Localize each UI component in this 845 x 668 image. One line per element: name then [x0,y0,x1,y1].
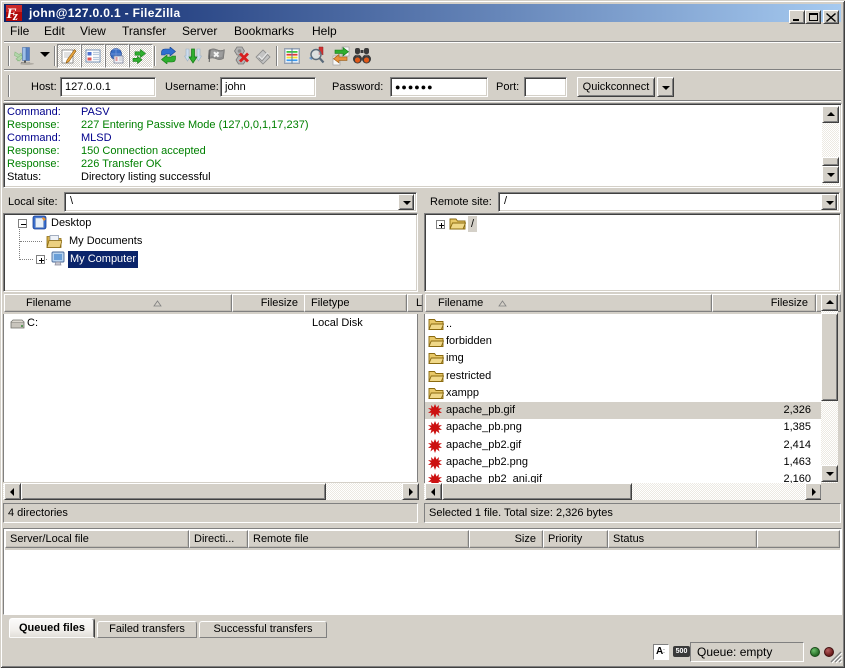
svg-text:z: z [12,9,18,21]
